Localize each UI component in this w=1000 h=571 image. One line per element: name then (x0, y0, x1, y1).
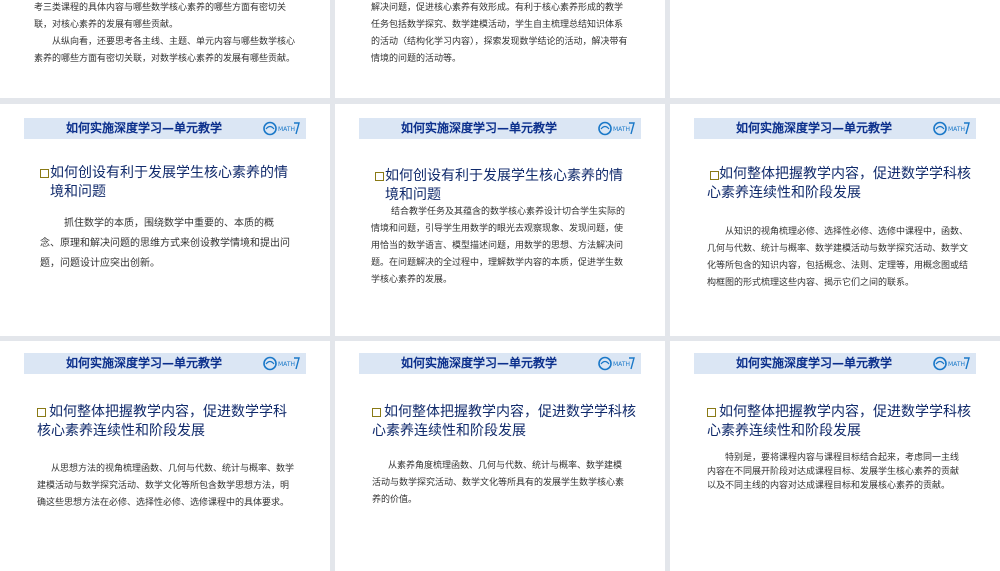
slide-r3c2[interactable]: 如何实施深度学习—单元教学 MATH 如何整体把握教学内容，促进数学学科核心素养… (335, 341, 665, 571)
slide-body-text: 考三类课程的具体内容与哪些数学核心素养的哪些方面有密切关联，对核心素养的发展有哪… (34, 3, 287, 30)
math-logo-icon: MATH (933, 121, 970, 136)
banner-title: 如何实施深度学习—单元教学 (400, 121, 557, 135)
slide-body-text: 抓住数学的本质，围绕数学中重要的、本质的概念、原理和解决问题的思维方式来创设教学… (40, 218, 290, 269)
banner-title: 如何实施深度学习—单元教学 (735, 356, 892, 370)
slide-body-text: 特别是，要将课程内容与课程目标结合起来，考虑同一主线内容在不同展开阶段对达成课程… (707, 453, 960, 491)
banner-title: 如何实施深度学习—单元教学 (65, 121, 222, 135)
slide-top-3[interactable] (670, 0, 1000, 98)
banner-title: 如何实施深度学习—单元教学 (735, 121, 892, 135)
bullet-icon (40, 169, 49, 178)
slide-r2c2[interactable]: 如何实施深度学习—单元教学 MATH 如何创设有利于发展学生核心素养的情境和问题… (335, 104, 665, 336)
slide-top-1[interactable]: 考三类课程的具体内容与哪些数学核心素养的哪些方面有密切关联，对核心素养的发展有哪… (0, 0, 330, 98)
banner-title: 如何实施深度学习—单元教学 (65, 356, 222, 370)
slide-r2c3[interactable]: 如何实施深度学习—单元教学 MATH 如何整体把握教学内容，促进数学学科核心素养… (670, 104, 1000, 336)
svg-text:MATH: MATH (278, 361, 295, 368)
slide-heading: 如何创设有利于发展学生核心素养的情境和问题 (385, 168, 623, 203)
slide-heading: 如何创设有利于发展学生核心素养的情境和问题 (50, 165, 288, 200)
slide-heading: 如何整体把握教学内容，促进数学学科核心素养连续性和阶段发展 (707, 166, 971, 201)
slide-banner: 如何实施深度学习—单元教学 MATH (694, 118, 976, 139)
banner-title: 如何实施深度学习—单元教学 (400, 356, 557, 370)
svg-text:MATH: MATH (613, 361, 630, 368)
math-logo-icon: MATH (263, 121, 300, 136)
slide-top-2[interactable]: 解决问题，促进核心素养有效形成。有利于核心素养形成的教学任务包括数学探究、数学建… (335, 0, 665, 98)
slide-body-text: 从思想方法的视角梳理函数、几何与代数、统计与概率、数学建模活动与数学探究活动、数… (37, 464, 295, 508)
slide-body-text: 从素养角度梳理函数、几何与代数、统计与概率、数学建模活动与数学探究活动、数学文化… (372, 461, 625, 505)
slide-banner: 如何实施深度学习—单元教学 MATH (24, 118, 306, 139)
slide-r3c3[interactable]: 如何实施深度学习—单元教学 MATH 如何整体把握教学内容，促进数学学科核心素养… (670, 341, 1000, 571)
slide-heading: 如何整体把握教学内容，促进数学学科核心素养连续性和阶段发展 (707, 404, 971, 439)
slide-r3c1[interactable]: 如何实施深度学习—单元教学 MATH 如何整体把握教学内容，促进数学学科核心素养… (0, 341, 330, 571)
slide-body-text: 从纵向看，还要思考各主线、主题、单元内容与哪些数学核心素养的哪些方面有密切关联，… (34, 37, 296, 64)
slide-body-text: 解决问题，促进核心素养有效形成。有利于核心素养形成的教学任务包括数学探究、数学建… (371, 3, 628, 64)
svg-text:MATH: MATH (613, 126, 630, 133)
bullet-icon (375, 172, 384, 181)
slide-body-text: 从知识的视角梳理必修、选择性必修、选修中课程中，函数、几何与代数、统计与概率、数… (707, 227, 969, 288)
math-logo-icon: MATH (598, 356, 635, 371)
svg-text:MATH: MATH (948, 126, 965, 133)
slide-heading: 如何整体把握教学内容，促进数学学科核心素养连续性和阶段发展 (372, 404, 636, 439)
slide-r2c1[interactable]: 如何实施深度学习—单元教学 MATH 如何创设有利于发展学生核心素养的情境和问题… (0, 104, 330, 336)
slide-body-text: 结合教学任务及其蕴含的数学核心素养设计切合学生实际的情境和问题，引导学生用数学的… (371, 207, 626, 285)
svg-text:MATH: MATH (278, 126, 295, 133)
slide-banner: 如何实施深度学习—单元教学 MATH (359, 353, 641, 374)
svg-text:MATH: MATH (948, 361, 965, 368)
slide-banner: 如何实施深度学习—单元教学 MATH (359, 118, 641, 139)
math-logo-icon: MATH (263, 356, 300, 371)
math-logo-icon: MATH (933, 356, 970, 371)
slide-heading: 如何整体把握教学内容，促进数学学科核心素养连续性和阶段发展 (37, 404, 287, 439)
math-logo-icon: MATH (598, 121, 635, 136)
slide-banner: 如何实施深度学习—单元教学 MATH (694, 353, 976, 374)
slide-banner: 如何实施深度学习—单元教学 MATH (24, 353, 306, 374)
